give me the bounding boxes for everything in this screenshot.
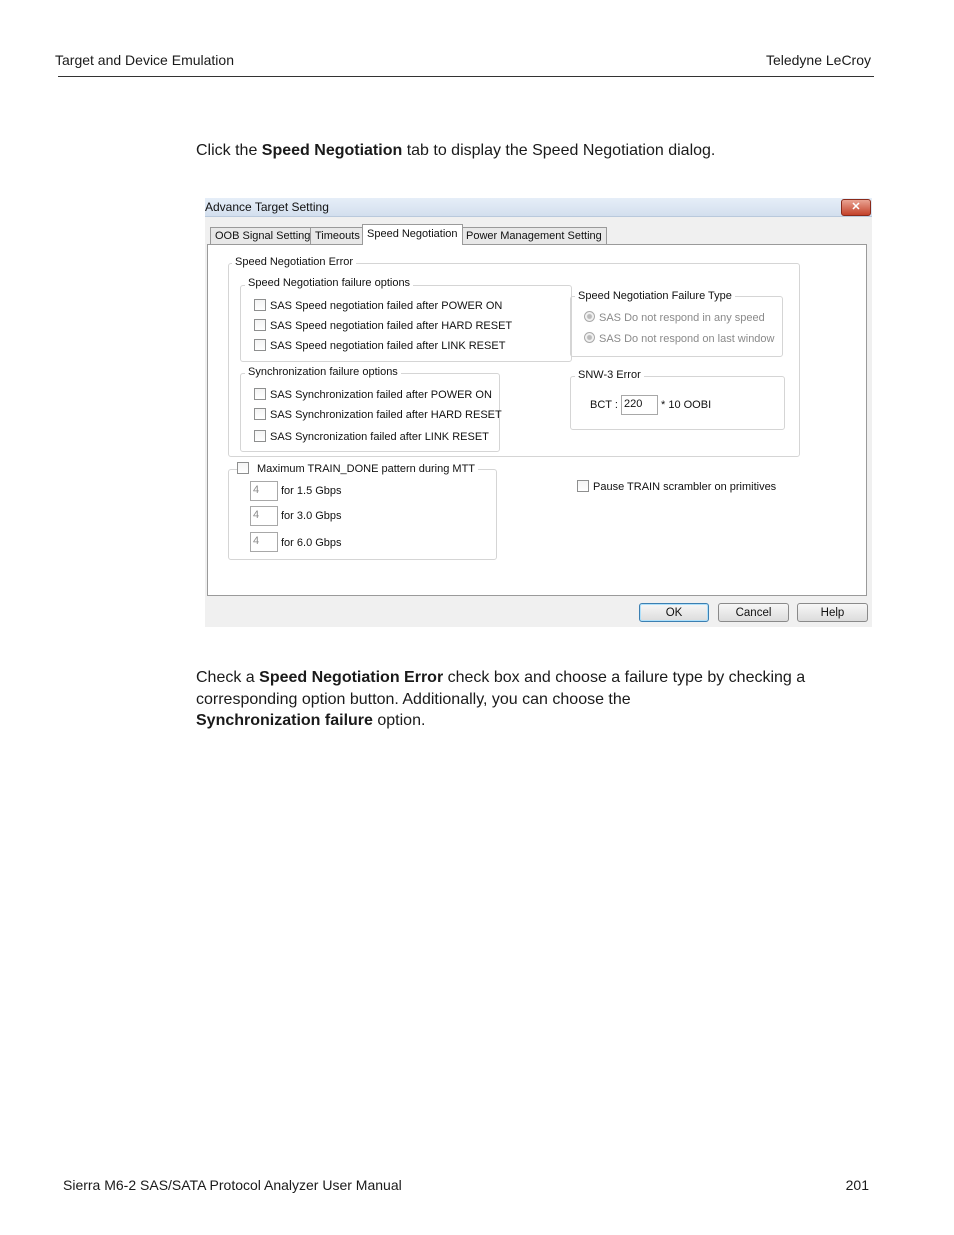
- dialog-title: Advance Target Setting: [205, 200, 329, 214]
- train-done-6-0-label: for 6.0 Gbps: [281, 537, 342, 549]
- sync-option-label: SAS Synchronization failed after POWER O…: [270, 389, 492, 401]
- sync-option-power-on[interactable]: SAS Synchronization failed after POWER O…: [254, 388, 492, 401]
- checkbox-icon[interactable]: [237, 462, 249, 474]
- help-button[interactable]: Help: [797, 603, 868, 622]
- train-done-6-0-input[interactable]: 4: [250, 532, 278, 552]
- checkbox-icon[interactable]: [577, 480, 589, 492]
- train-done-1-5-input[interactable]: 4: [250, 481, 278, 501]
- failure-option-link-reset[interactable]: SAS Speed negotiation failed after LINK …: [254, 339, 505, 352]
- failure-type-last-window[interactable]: SAS Do not respond on last window: [584, 332, 775, 345]
- train-done-label: Maximum TRAIN_DONE pattern during MTT: [257, 463, 476, 475]
- radio-icon[interactable]: [584, 332, 595, 343]
- pause-train-scrambler-label: Pause TRAIN scrambler on primitives: [593, 481, 777, 493]
- failure-option-label: SAS Speed negotiation failed after LINK …: [270, 340, 506, 352]
- pause-train-scrambler-checkbox[interactable]: Pause TRAIN scrambler on primitives: [577, 480, 776, 493]
- cancel-button[interactable]: Cancel: [718, 603, 789, 622]
- checkbox-icon[interactable]: [254, 299, 266, 311]
- failure-type-title: Speed Negotiation Failure Type: [575, 290, 735, 302]
- sync-options-title: Synchronization failure options: [245, 366, 401, 378]
- train-done-3-0-input[interactable]: 4: [250, 506, 278, 526]
- page-number: 201: [845, 1177, 869, 1193]
- dialog-titlebar: Advance Target Setting ✕: [205, 198, 872, 217]
- checkbox-icon[interactable]: [254, 319, 266, 331]
- failure-option-power-on[interactable]: SAS Speed negotiation failed after POWER…: [254, 299, 502, 312]
- tab-speed-negotiation[interactable]: Speed Negotiation: [362, 224, 463, 245]
- checkbox-icon[interactable]: [254, 339, 266, 351]
- checkbox-icon[interactable]: [254, 388, 266, 400]
- bct-label: BCT :: [590, 399, 618, 411]
- ok-button[interactable]: OK: [639, 603, 709, 622]
- checkbox-icon[interactable]: [254, 408, 266, 420]
- failure-option-label: SAS Speed negotiation failed after POWER…: [270, 300, 503, 312]
- instruction-bold: Speed Negotiation Error: [259, 669, 444, 686]
- tab-power-management-setting[interactable]: Power Management Setting: [461, 227, 607, 244]
- sync-option-link-reset[interactable]: SAS Syncronization failed after LINK RES…: [254, 430, 489, 443]
- train-done-checkbox[interactable]: Maximum TRAIN_DONE pattern during MTT: [237, 462, 479, 475]
- footer-manual-title: Sierra M6-2 SAS/SATA Protocol Analyzer U…: [63, 1177, 402, 1193]
- instruction-text-end: option.: [372, 712, 426, 729]
- failure-type-label: SAS Do not respond in any speed: [599, 312, 765, 324]
- tab-panel: Speed Negotiation Error Speed Negotiatio…: [207, 244, 867, 596]
- intro-text: Click the: [196, 142, 262, 159]
- instruction-bold-sync: Synchronization failure: [196, 712, 373, 729]
- failure-type-label: SAS Do not respond on last window: [599, 333, 775, 345]
- intro-paragraph: Click the Speed Negotiation tab to displ…: [196, 140, 715, 162]
- bct-input[interactable]: 220: [621, 395, 658, 415]
- header-rule: [58, 76, 874, 77]
- sync-option-hard-reset[interactable]: SAS Synchronization failed after HARD RE…: [254, 408, 502, 421]
- tab-timeouts[interactable]: Timeouts: [310, 227, 365, 244]
- running-header-title: Target and Device Emulation: [55, 52, 234, 68]
- close-icon[interactable]: ✕: [841, 199, 871, 216]
- intro-bold: Speed Negotiation: [261, 142, 403, 159]
- running-header-company: Teledyne LeCroy: [765, 52, 871, 68]
- intro-text-end: tab to display the Speed Negotiation dia…: [402, 142, 716, 159]
- train-done-1-5-label: for 1.5 Gbps: [281, 485, 342, 497]
- speed-negotiation-error-title: Speed Negotiation Error: [232, 256, 357, 268]
- failure-option-hard-reset[interactable]: SAS Speed negotiation failed after HARD …: [254, 319, 512, 332]
- snw3-error-title: SNW-3 Error: [575, 369, 644, 381]
- failure-type-any-speed[interactable]: SAS Do not respond in any speed: [584, 311, 765, 324]
- failure-options-title: Speed Negotiation failure options: [245, 277, 414, 289]
- radio-icon[interactable]: [584, 311, 595, 322]
- sync-option-label: SAS Syncronization failed after LINK RES…: [270, 431, 489, 443]
- train-done-3-0-label: for 3.0 Gbps: [281, 510, 342, 522]
- failure-option-label: SAS Speed negotiation failed after HARD …: [270, 320, 513, 332]
- checkbox-icon[interactable]: [254, 430, 266, 442]
- sync-option-label: SAS Synchronization failed after HARD RE…: [270, 409, 502, 421]
- tab-oob-signal-setting[interactable]: OOB Signal Setting: [210, 227, 316, 244]
- instruction-paragraph: Check a Speed Negotiation Error check bo…: [196, 667, 846, 732]
- bct-suffix: * 10 OOBI: [661, 399, 712, 411]
- advance-target-setting-dialog: Advance Target Setting ✕ OOB Signal Sett…: [205, 198, 872, 627]
- instruction-text: Check a: [196, 669, 260, 686]
- failure-type-group: [570, 296, 783, 357]
